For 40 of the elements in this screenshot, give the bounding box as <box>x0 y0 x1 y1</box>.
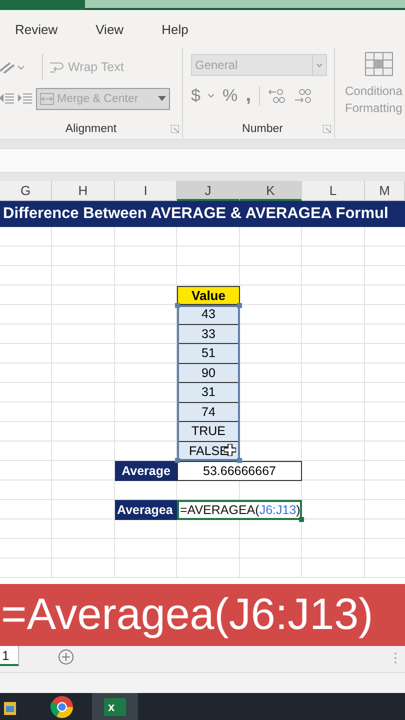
column-header[interactable]: L <box>302 181 365 201</box>
dialog-launcher-icon[interactable] <box>171 125 179 133</box>
caret-icon[interactable] <box>208 94 214 98</box>
group-label: Alignment <box>65 123 117 135</box>
search-field[interactable] <box>85 0 405 10</box>
row-label: Average <box>115 461 177 480</box>
add-sheet-icon[interactable] <box>58 649 74 665</box>
table-cell[interactable]: 53.66666667 <box>177 461 302 480</box>
increase-decimal-icon[interactable] <box>268 88 286 104</box>
dialog-launcher-icon[interactable] <box>323 125 331 133</box>
separator <box>42 54 43 80</box>
table-cell[interactable]: 31 <box>177 383 240 402</box>
column-header[interactable]: I <box>115 181 177 201</box>
wrap-text-icon <box>49 60 65 74</box>
column-header[interactable]: J <box>177 181 240 201</box>
decrease-indent-icon[interactable] <box>0 93 14 105</box>
column-header[interactable]: K <box>240 181 302 201</box>
column-header[interactable]: G <box>0 181 52 201</box>
group-label: Number <box>242 123 283 135</box>
ribbon-tab[interactable]: View <box>96 22 124 36</box>
column-header[interactable]: H <box>52 181 115 201</box>
spreadsheet-app-button[interactable]: x <box>92 693 138 720</box>
caret-icon <box>158 96 166 102</box>
table-grid-icon <box>365 52 393 76</box>
formula-bar[interactable] <box>0 148 405 173</box>
more-options-icon[interactable] <box>394 652 397 664</box>
row-label: Averagea <box>115 500 177 520</box>
ribbon-tab[interactable]: Help <box>162 22 188 36</box>
sheet-tab[interactable]: 1 <box>0 646 19 666</box>
caption-banner: =Averagea(J6:J13) <box>0 584 405 646</box>
ribbon-tab[interactable]: Review <box>15 22 58 36</box>
table-cell[interactable]: 51 <box>177 344 240 364</box>
column-header[interactable]: M <box>365 181 405 201</box>
table-cell[interactable]: TRUE <box>177 422 240 442</box>
title-banner: Difference Between AVERAGE & AVERAGEA Formul <box>0 201 405 227</box>
decrease-decimal-icon[interactable] <box>294 88 312 104</box>
increase-indent-icon[interactable] <box>18 93 32 105</box>
separator <box>259 86 260 106</box>
table-header: Value <box>177 286 240 305</box>
merge-icon <box>40 93 54 105</box>
